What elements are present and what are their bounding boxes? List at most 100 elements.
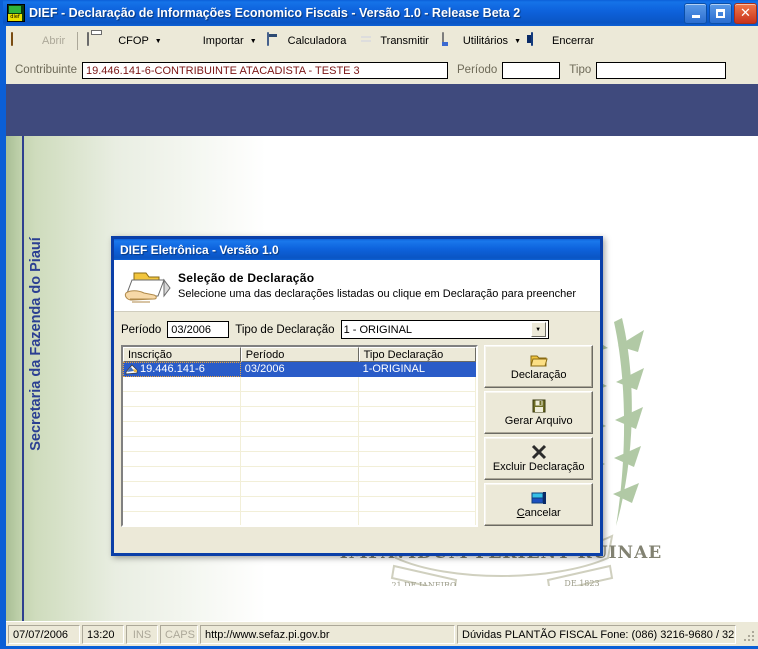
grid-cell-empty (240, 497, 359, 512)
grid-cell-periodo: 03/2006 (240, 362, 359, 377)
table-row-empty[interactable] (123, 422, 477, 437)
grid-cell-empty (240, 452, 359, 467)
status-url[interactable]: http://www.sefaz.pi.gov.br (200, 624, 455, 644)
declaracao-button[interactable]: Declaração (484, 345, 593, 388)
contribuinte-field[interactable]: 19.446.141-6-CONTRIBUINTE ATACADISTA - T… (82, 61, 449, 79)
dialog-subheading: Selecione uma das declarações listadas o… (178, 288, 577, 300)
periodo-label: Período (457, 64, 498, 76)
toolbar-button-pen[interactable] (167, 28, 195, 54)
main-toolbar: Abrir CFOP ▼ Importar ▼ Calculadora Tran… (6, 26, 758, 57)
chevron-down-icon: ▼ (514, 37, 521, 45)
hand-holding-folder-icon (124, 272, 171, 302)
gerar-arquivo-button[interactable]: Gerar Arquivo (484, 391, 593, 434)
table-row-empty[interactable] (123, 497, 477, 512)
declaration-selection-dialog: DIEF Eletrônica - Versão 1.0 Seleção de … (111, 236, 603, 556)
filter-row: Período 03/2006 Tipo de Declaração 1 - O… (121, 320, 593, 339)
chevron-down-icon[interactable]: ▼ (530, 322, 546, 337)
maximize-button[interactable] (709, 3, 732, 24)
chevron-down-icon: ▼ (154, 37, 162, 45)
table-row[interactable]: 19.446.141-6 03/2006 1-ORIGINAL (123, 362, 477, 377)
table-row-empty[interactable] (123, 467, 477, 482)
table-row-empty[interactable] (123, 407, 477, 422)
folder-icon (441, 32, 460, 49)
table-row-empty[interactable] (123, 437, 477, 452)
grid-cell-empty (240, 467, 359, 482)
grid-header-row: Inscrição Período Tipo Declaração (123, 347, 477, 362)
printer-icon (87, 32, 105, 49)
grid-cell-empty (123, 467, 241, 482)
coat-of-arms-date-right: DE 1823 (564, 579, 599, 586)
dialog-title-text: DIEF Eletrônica - Versão 1.0 (120, 242, 279, 257)
contribuinte-label: Contribuinte (15, 64, 78, 76)
dialog-tipo-label: Tipo de Declaração (235, 323, 335, 336)
grid-and-buttons: Inscrição Período Tipo Declaração 19.446… (121, 345, 593, 527)
application-window: DIEF - Declaração de Informações Economi… (0, 0, 758, 649)
grid-column-inscricao[interactable]: Inscrição (123, 347, 241, 362)
grid-cell-empty (240, 482, 359, 497)
title-bar: DIEF - Declaração de Informações Economi… (3, 0, 758, 26)
toolbar-label-importar: Importar (202, 35, 244, 47)
dialog-body: Período 03/2006 Tipo de Declaração 1 - O… (114, 312, 600, 527)
gerar-arquivo-button-label: Gerar Arquivo (504, 415, 573, 427)
grid-cell-empty (240, 392, 359, 407)
periodo-field[interactable] (502, 61, 561, 79)
grid-cell-empty (123, 437, 241, 452)
resize-grip[interactable] (739, 626, 755, 642)
left-green-strip (6, 136, 22, 621)
toolbar-button-abrir[interactable]: Abrir (34, 28, 73, 54)
x-mark-icon (531, 444, 546, 460)
toolbar-button-calculadora[interactable]: Calculadora (262, 28, 355, 54)
toolbar-button-cfop[interactable]: CFOP ▼ (110, 28, 167, 54)
grid-cell-empty (240, 407, 359, 422)
grid-cell-empty (123, 392, 241, 407)
table-row-empty[interactable] (123, 512, 477, 525)
toolbar-button-encerrar[interactable]: Encerrar (526, 28, 602, 54)
table-row-empty[interactable] (123, 482, 477, 497)
grid-cell-empty (123, 377, 241, 392)
toolbar-button-importar[interactable]: Importar ▼ (195, 28, 262, 54)
minimize-icon (691, 15, 700, 18)
grid-cell-empty (359, 512, 477, 525)
grid-cell-empty (123, 482, 241, 497)
grid-cell-empty (123, 497, 241, 512)
grid-column-tipo[interactable]: Tipo Declaração (358, 347, 477, 362)
grid-column-periodo[interactable]: Período (240, 347, 359, 362)
dialog-header: Seleção de Declaração Selecione uma das … (114, 260, 600, 312)
table-row-empty[interactable] (123, 377, 477, 392)
calculator-icon (266, 32, 285, 49)
grid-cell-empty (123, 422, 241, 437)
table-row-empty[interactable] (123, 452, 477, 467)
toolbar-button-open-box[interactable] (6, 28, 34, 54)
grid-cell-empty (240, 377, 359, 392)
toolbar-button-transmitir[interactable]: Transmitir (354, 28, 436, 54)
dialog-periodo-label: Período (121, 323, 162, 336)
table-row-empty[interactable] (123, 392, 477, 407)
window-controls: ✕ (684, 3, 757, 24)
cancelar-button[interactable]: Cancelar (484, 483, 593, 526)
status-date: 07/07/2006 (8, 624, 80, 644)
toolbar-button-utilitarios[interactable]: Utilitários ▼ (437, 28, 526, 54)
grid-cell-inscricao-text: 19.446.141-6 (140, 363, 205, 375)
grid-cell-empty (240, 437, 359, 452)
toolbar-label-calculadora: Calculadora (287, 35, 347, 47)
cancelar-button-rest: ancelar (524, 507, 561, 519)
grid-cell-empty (123, 452, 241, 467)
dialog-tipo-select[interactable]: 1 - ORIGINAL ▼ (340, 320, 549, 339)
minimize-button[interactable] (684, 3, 707, 24)
close-icon: ✕ (740, 5, 751, 21)
coat-of-arms-date-left: 21 DE JANEIRO (391, 581, 457, 586)
declarations-grid[interactable]: Inscrição Período Tipo Declaração 19.446… (121, 345, 479, 527)
status-bar: 07/07/2006 13:20 INS CAPS http://www.sef… (6, 621, 758, 646)
grid-empty-rows (123, 377, 477, 525)
status-time: 13:20 (82, 624, 124, 644)
dialog-periodo-input[interactable]: 03/2006 (167, 321, 230, 338)
excluir-declaracao-button[interactable]: Excluir Declaração (484, 437, 593, 480)
toolbar-label-transmitir: Transmitir (380, 35, 429, 47)
toolbar-label-encerrar: Encerrar (552, 35, 595, 47)
status-caps-indicator: CAPS (160, 624, 198, 644)
close-button[interactable]: ✕ (734, 3, 757, 24)
tipo-field[interactable] (596, 61, 727, 79)
grid-cell-empty (358, 452, 477, 467)
pen-icon (172, 33, 190, 49)
toolbar-button-print[interactable] (82, 28, 110, 54)
